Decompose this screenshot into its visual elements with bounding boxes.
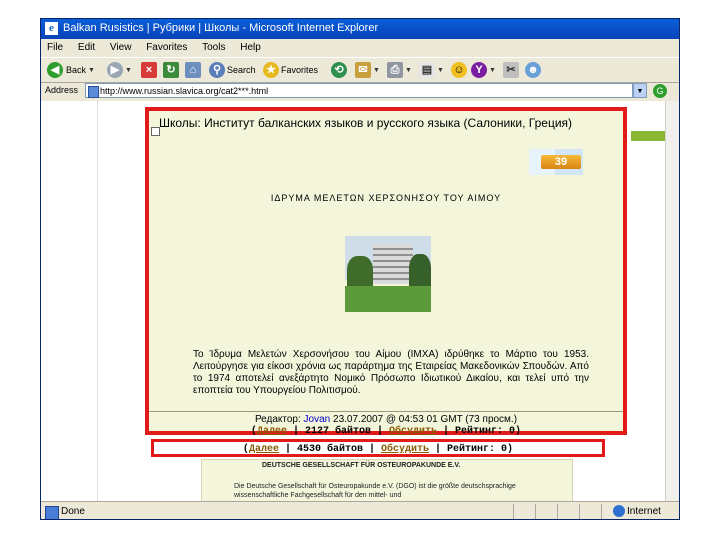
favorites-label: Favorites <box>281 65 319 75</box>
menu-file[interactable]: File <box>41 39 69 53</box>
forward-arrow-icon: ▶ <box>107 62 123 78</box>
article-title: Школы: Институт балканских языков и русс… <box>159 116 573 130</box>
yahoo-button[interactable]: Y ▼ <box>471 61 496 79</box>
second-entry-links-box: (Далее | 4530 байтов | Обсудить | Рейтин… <box>151 439 605 457</box>
yahoo-icon: Y <box>471 62 487 78</box>
menu-help[interactable]: Help <box>234 39 267 53</box>
go-button[interactable]: G <box>653 84 667 98</box>
discuss-link[interactable]: Обсудить <box>389 426 437 437</box>
status-divider <box>513 504 514 519</box>
home-button[interactable]: ⌂ <box>185 61 201 79</box>
menu-favorites[interactable]: Favorites <box>140 39 193 53</box>
star-icon: ★ <box>263 62 279 78</box>
title-bar: e Balkan Rusistics | Рубрики | Школы - M… <box>41 19 679 39</box>
status-divider <box>535 504 536 519</box>
window-title: Balkan Rusistics | Рубрики | Школы - Mic… <box>63 22 379 34</box>
address-bar: Address ▼ G <box>41 81 679 101</box>
status-text: Done <box>61 506 85 517</box>
menu-view[interactable]: View <box>104 39 138 53</box>
entry-size: 4530 байтов <box>296 444 363 455</box>
forward-button[interactable]: ▶ ▼ <box>107 61 132 79</box>
history-button[interactable]: ⟲ <box>331 61 347 79</box>
mail-icon: ✉ <box>355 62 371 78</box>
article-panel: Школы: Институт балканских языков и русс… <box>145 107 627 437</box>
people-icon: ☻ <box>525 62 541 78</box>
globe-icon <box>613 505 625 517</box>
print-button[interactable]: ⎙ ▼ <box>387 61 412 79</box>
edit-page-button[interactable]: ▤ ▼ <box>419 61 444 79</box>
editor-timestamp: 23.07.2007 @ 04:53 01 GMT (73 просм.) <box>333 414 518 425</box>
status-divider <box>601 504 602 519</box>
status-divider <box>579 504 580 519</box>
discuss-button[interactable]: ☻ <box>525 61 541 79</box>
search-button[interactable]: ⚲ Search <box>209 61 256 79</box>
entry-rating: Рейтинг: 0 <box>447 444 508 455</box>
history-icon: ⟲ <box>331 62 347 78</box>
search-label: Search <box>227 65 256 75</box>
stop-icon: × <box>141 62 157 78</box>
home-icon: ⌂ <box>185 62 201 78</box>
print-icon: ⎙ <box>387 62 403 78</box>
background-divider <box>97 101 98 501</box>
panel-divider <box>149 411 623 412</box>
more-link[interactable]: Далее <box>249 444 279 455</box>
smiley-icon: ☺ <box>451 62 467 78</box>
messenger-button[interactable]: ☺ <box>451 61 467 79</box>
status-divider <box>557 504 558 519</box>
background-entry-heading: DEUTSCHE GESELLSCHAFT FÜR OSTEUROPAKUNDE… <box>262 462 461 469</box>
ie-logo-icon: e <box>45 22 58 35</box>
editor-label: Редактор: <box>254 414 301 425</box>
article-size: 2127 байтов <box>304 426 371 437</box>
more-link[interactable]: Далее <box>257 426 287 437</box>
article-badge: 39 <box>529 149 583 175</box>
favorites-button[interactable]: ★ Favorites <box>263 61 318 79</box>
page-icon <box>88 86 99 98</box>
chevron-down-icon[interactable]: ▼ <box>125 67 132 74</box>
chevron-down-icon[interactable]: ▼ <box>405 67 412 74</box>
second-entry-links: (Далее | 4530 байтов | Обсудить | Рейтин… <box>242 444 514 455</box>
zone-label: Internet <box>627 506 661 517</box>
chevron-down-icon[interactable]: ▼ <box>489 67 496 74</box>
chevron-down-icon[interactable]: ▼ <box>633 83 647 98</box>
vertical-scrollbar[interactable] <box>665 101 679 501</box>
page-done-icon <box>45 506 59 519</box>
building-photo <box>345 236 431 312</box>
refresh-button[interactable]: ↻ <box>163 61 179 79</box>
refresh-icon: ↻ <box>163 62 179 78</box>
article-paragraph: Το Ίδρυμα Μελετών Χερσονήσου του Αίμου (… <box>193 349 589 396</box>
address-label: Address <box>45 85 79 95</box>
menu-edit[interactable]: Edit <box>72 39 101 53</box>
mail-button[interactable]: ✉ ▼ <box>355 61 380 79</box>
chevron-down-icon[interactable]: ▼ <box>373 67 380 74</box>
background-entry: DEUTSCHE GESELLSCHAFT FÜR OSTEUROPAKUNDE… <box>201 459 573 501</box>
toolbar: ◀ Back ▼ ▶ ▼ × ↻ ⌂ ⚲ Search ★ Favorites … <box>41 57 679 83</box>
article-rating: Рейтинг: 0 <box>455 426 516 437</box>
background-entry-text: Die Deutsche Gesellschaft für Osteuropak… <box>234 483 516 499</box>
discuss-link[interactable]: Обсудить <box>381 444 429 455</box>
article-links: (Далее | 2127 байтов | Обсудить | Рейтин… <box>250 426 522 437</box>
greek-heading: ΙΔΡΥΜΑ ΜΕΛΕΤΩΝ ΧΕΡΣΟΝΗΣΟΥ ΤΟΥ ΑΙΜΟΥ <box>270 193 502 203</box>
chevron-down-icon[interactable]: ▼ <box>88 67 95 74</box>
stop-button[interactable]: × <box>141 61 157 79</box>
research-icon: ✂ <box>503 62 519 78</box>
chevron-down-icon[interactable]: ▼ <box>437 67 444 74</box>
editor-link[interactable]: Jovan <box>304 414 331 425</box>
research-button[interactable]: ✂ <box>503 61 519 79</box>
document-icon: ▤ <box>419 62 435 78</box>
badge-label: 39 <box>541 155 581 169</box>
status-bar: Done Internet <box>41 501 679 519</box>
menu-tools[interactable]: Tools <box>196 39 231 53</box>
back-label: Back <box>66 65 87 75</box>
browser-window: e Balkan Rusistics | Рубрики | Школы - M… <box>40 18 680 520</box>
menu-bar: File Edit View Favorites Tools Help <box>41 39 679 57</box>
editor-line: Редактор: Jovan 23.07.2007 @ 04:53 01 GM… <box>149 414 623 425</box>
search-icon: ⚲ <box>209 62 225 78</box>
page-content: DEUTSCHE GESELLSCHAFT FÜR OSTEUROPAKUNDE… <box>41 101 665 501</box>
address-input[interactable] <box>85 83 633 98</box>
background-banner <box>631 131 665 141</box>
back-button[interactable]: ◀ Back ▼ <box>47 61 95 79</box>
back-arrow-icon: ◀ <box>47 62 63 78</box>
